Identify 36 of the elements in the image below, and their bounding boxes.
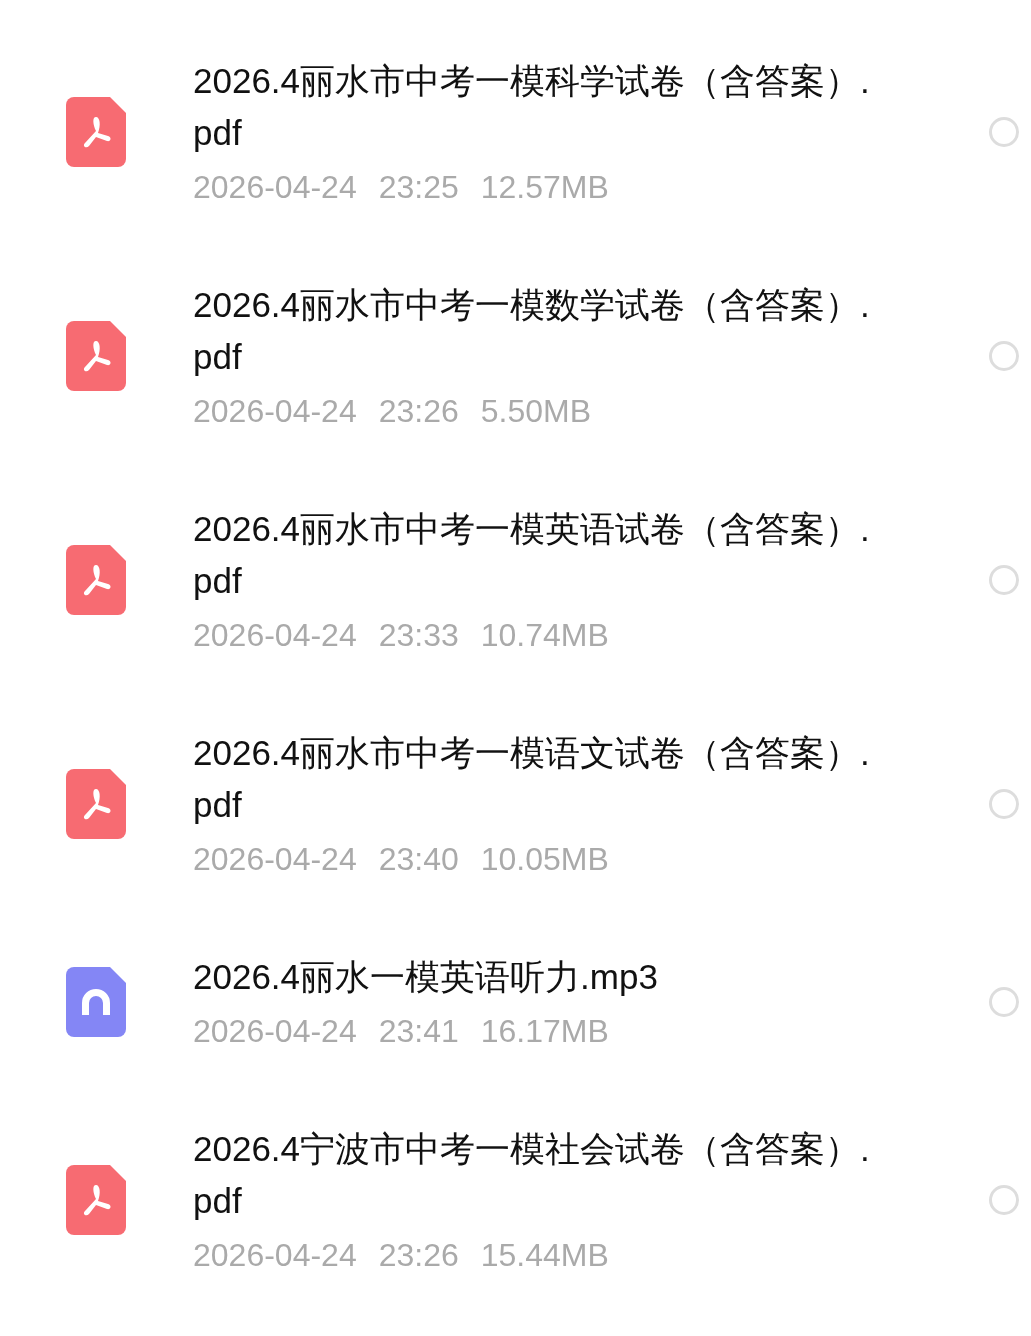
select-radio[interactable] bbox=[989, 987, 1019, 1017]
file-time: 23:33 bbox=[378, 616, 459, 655]
file-time: 23:41 bbox=[378, 1012, 459, 1051]
pdf-file-icon bbox=[66, 1165, 126, 1235]
file-name[interactable]: 2026.4丽水市中考一模英语试卷（含答案）.pdf bbox=[193, 503, 883, 607]
file-size: 12.57MB bbox=[480, 168, 609, 207]
file-name[interactable]: 2026.4丽水市中考一模数学试卷（含答案）.pdf bbox=[193, 279, 883, 383]
file-size: 10.05MB bbox=[480, 840, 609, 879]
select-radio[interactable] bbox=[989, 565, 1019, 595]
file-name[interactable]: 2026.4丽水市中考一模语文试卷（含答案）.pdf bbox=[193, 727, 883, 831]
select-radio[interactable] bbox=[989, 117, 1019, 147]
file-date: 2026-04-24 bbox=[193, 1236, 357, 1275]
file-name[interactable]: 2026.4宁波市中考一模社会试卷（含答案）.pdf bbox=[193, 1123, 883, 1227]
pdf-file-icon bbox=[66, 769, 126, 839]
file-time: 23:26 bbox=[378, 392, 459, 431]
select-radio[interactable] bbox=[989, 1185, 1019, 1215]
select-radio[interactable] bbox=[989, 789, 1019, 819]
file-name[interactable]: 2026.4丽水市中考一模科学试卷（含答案）.pdf bbox=[193, 55, 883, 159]
pdf-file-icon bbox=[66, 321, 126, 391]
file-size: 16.17MB bbox=[480, 1012, 609, 1051]
file-size: 15.44MB bbox=[480, 1236, 609, 1275]
audio-file-icon bbox=[66, 967, 126, 1037]
file-time: 23:25 bbox=[378, 168, 459, 207]
file-date: 2026-04-24 bbox=[193, 392, 357, 431]
file-date: 2026-04-24 bbox=[193, 1012, 357, 1051]
file-date: 2026-04-24 bbox=[193, 616, 357, 655]
file-date: 2026-04-24 bbox=[193, 168, 357, 207]
file-name[interactable]: 2026.4丽水一模英语听力.mp3 bbox=[193, 951, 883, 1003]
file-time: 23:40 bbox=[378, 840, 459, 879]
file-date: 2026-04-24 bbox=[193, 840, 357, 879]
file-time: 23:26 bbox=[378, 1236, 459, 1275]
file-size: 10.74MB bbox=[480, 616, 609, 655]
pdf-file-icon bbox=[66, 97, 126, 167]
pdf-file-icon bbox=[66, 545, 126, 615]
file-size: 5.50MB bbox=[480, 392, 592, 431]
select-radio[interactable] bbox=[989, 341, 1019, 371]
